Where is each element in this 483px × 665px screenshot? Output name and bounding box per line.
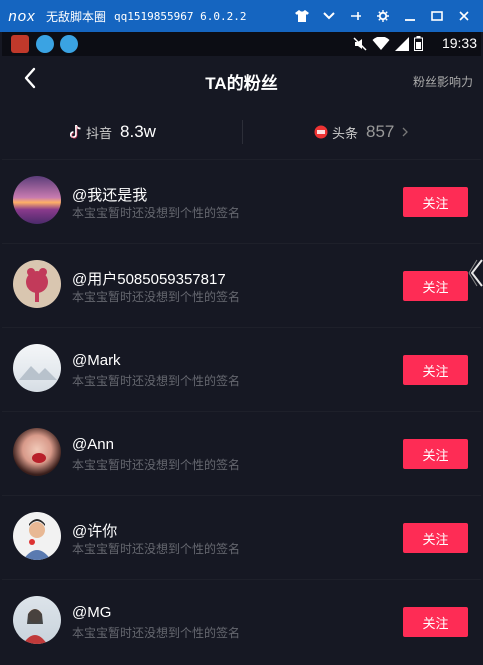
follow-button[interactable]: 关注 bbox=[403, 187, 468, 217]
wifi-icon bbox=[372, 36, 390, 50]
pin-icon[interactable] bbox=[342, 0, 369, 32]
fan-name[interactable]: @我还是我 bbox=[72, 184, 147, 205]
fan-signature: 本宝宝暂时还没想到个性的签名 bbox=[72, 206, 241, 220]
fan-name[interactable]: @MG bbox=[72, 604, 111, 621]
follow-button[interactable]: 关注 bbox=[403, 271, 468, 301]
battery-icon bbox=[414, 36, 423, 51]
phone-screen: 19:33 TA的粉丝 粉丝影响力 抖音 8.3w 头条 857 @我还是我 本… bbox=[2, 32, 481, 665]
emulator-title-bar: nox 无敌脚本圈 qq1519855967 6.0.2.2 bbox=[0, 0, 483, 32]
shirt-icon[interactable] bbox=[288, 0, 315, 32]
list-item[interactable]: @Mark 本宝宝暂时还没想到个性的签名 关注 bbox=[2, 327, 481, 411]
nox-logo: nox bbox=[8, 7, 36, 25]
fans-list: @我还是我 本宝宝暂时还没想到个性的签名 关注 @用户5085059357817… bbox=[2, 159, 481, 663]
close-icon[interactable] bbox=[450, 0, 477, 32]
expand-icon bbox=[468, 259, 483, 287]
app-notification-icon bbox=[60, 35, 78, 53]
list-item[interactable]: @Ann 本宝宝暂时还没想到个性的签名 关注 bbox=[2, 411, 481, 495]
avatar[interactable] bbox=[13, 596, 61, 644]
minimize-icon[interactable] bbox=[396, 0, 423, 32]
app-notification-icon bbox=[11, 35, 29, 53]
fan-name[interactable]: @许你 bbox=[72, 520, 117, 541]
fan-signature: 本宝宝暂时还没想到个性的签名 bbox=[72, 290, 241, 304]
tab-toutiao-label: 头条 bbox=[332, 125, 359, 141]
avatar[interactable] bbox=[13, 344, 61, 392]
tab-divider bbox=[242, 120, 243, 144]
app-notification-icon bbox=[36, 35, 54, 53]
toutiao-icon bbox=[314, 125, 328, 139]
page-title: TA的粉丝 bbox=[205, 74, 278, 93]
avatar[interactable] bbox=[13, 428, 61, 476]
fan-name[interactable]: @Ann bbox=[72, 436, 114, 453]
douyin-icon bbox=[70, 125, 81, 139]
side-toolbar-handle[interactable] bbox=[468, 256, 483, 290]
maximize-icon[interactable] bbox=[423, 0, 450, 32]
tab-douyin-count: 8.3w bbox=[120, 122, 156, 141]
mute-icon bbox=[353, 36, 367, 51]
follow-button[interactable]: 关注 bbox=[403, 355, 468, 385]
tab-douyin[interactable]: 抖音 8.3w bbox=[70, 122, 156, 142]
window-controls bbox=[288, 0, 477, 32]
follow-button[interactable]: 关注 bbox=[403, 607, 468, 637]
follow-button[interactable]: 关注 bbox=[403, 439, 468, 469]
gear-icon[interactable] bbox=[369, 0, 396, 32]
signal-icon bbox=[395, 36, 409, 51]
fan-influence-link[interactable]: 粉丝影响力 bbox=[413, 73, 473, 90]
fan-signature: 本宝宝暂时还没想到个性的签名 bbox=[72, 374, 241, 388]
status-bar: 19:33 bbox=[2, 32, 481, 56]
follow-button[interactable]: 关注 bbox=[403, 523, 468, 553]
avatar[interactable] bbox=[13, 176, 61, 224]
chevron-down-icon[interactable] bbox=[315, 0, 342, 32]
fan-signature: 本宝宝暂时还没想到个性的签名 bbox=[72, 458, 241, 472]
tab-toutiao[interactable]: 头条 857 bbox=[314, 122, 409, 142]
status-time: 19:33 bbox=[441, 35, 477, 51]
page-header: TA的粉丝 粉丝影响力 bbox=[2, 56, 481, 104]
avatar[interactable] bbox=[13, 260, 61, 308]
fan-signature: 本宝宝暂时还没想到个性的签名 bbox=[72, 626, 241, 640]
chevron-right-icon bbox=[402, 127, 409, 137]
emulator-title: 无敌脚本圈 bbox=[46, 9, 107, 24]
fan-name[interactable]: @用户5085059357817 bbox=[72, 268, 226, 289]
fan-signature: 本宝宝暂时还没想到个性的签名 bbox=[72, 542, 241, 556]
list-item[interactable]: @用户5085059357817 本宝宝暂时还没想到个性的签名 关注 bbox=[2, 243, 481, 327]
list-item[interactable]: @我还是我 本宝宝暂时还没想到个性的签名 关注 bbox=[2, 159, 481, 243]
list-item[interactable]: @MG 本宝宝暂时还没想到个性的签名 关注 bbox=[2, 579, 481, 663]
list-item[interactable]: @许你 本宝宝暂时还没想到个性的签名 关注 bbox=[2, 495, 481, 579]
emulator-version: qq1519855967 6.0.2.2 bbox=[114, 9, 247, 23]
tab-douyin-label: 抖音 bbox=[86, 125, 113, 141]
fan-name[interactable]: @Mark bbox=[72, 352, 121, 369]
tab-toutiao-count: 857 bbox=[366, 122, 395, 141]
avatar[interactable] bbox=[13, 512, 61, 560]
